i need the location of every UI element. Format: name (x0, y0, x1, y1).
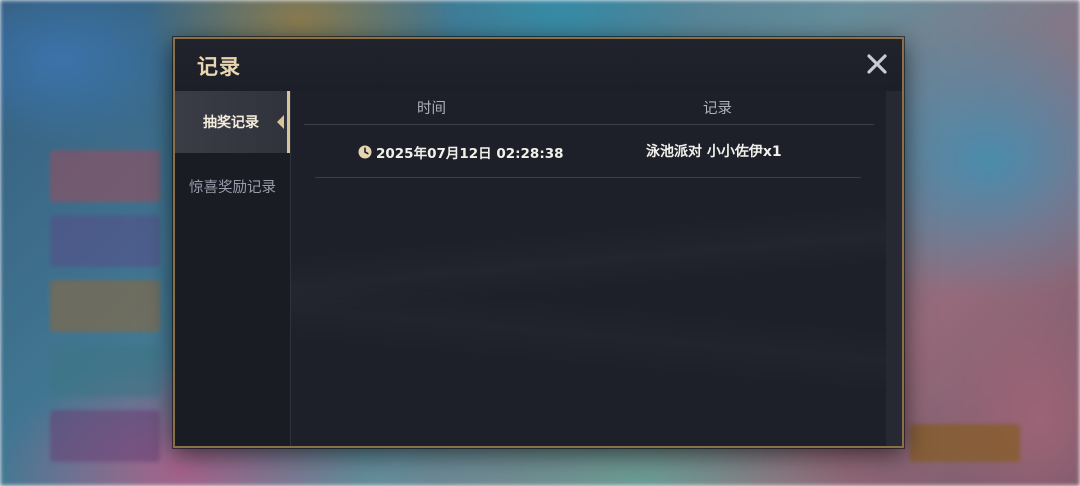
column-header-record: 记录 (703, 101, 732, 117)
close-button[interactable] (864, 51, 890, 77)
tab-draw-records-label: 抽奖记录 (203, 115, 259, 131)
time-value: 2025年07月12日 02:28:38 (376, 146, 564, 162)
tab-surprise-reward-records[interactable]: 惊喜奖励记录 (175, 155, 290, 217)
record-value: 泳池派对 小小佐伊x1 (646, 144, 782, 160)
tab-surprise-reward-records-label: 惊喜奖励记录 (189, 179, 276, 196)
dialog-title: 记录 (197, 55, 241, 79)
row-divider (315, 177, 861, 178)
close-icon (867, 54, 887, 74)
active-tab-indicator-icon (277, 115, 284, 129)
record-sidebar: 抽奖记录 惊喜奖励记录 (175, 91, 291, 446)
table-row: 2025年07月12日 02:28:38 泳池派对 小小佐伊x1 (291, 125, 886, 178)
dialog-header: 记录 (175, 39, 902, 91)
column-header-time: 时间 (417, 101, 446, 117)
tab-draw-records[interactable]: 抽奖记录 (175, 91, 290, 153)
record-dialog: 记录 抽奖记录 惊喜奖励记录 时间 记录 2025年07月12日 02:28:3 (173, 37, 904, 448)
time-cell: 2025年07月12日 02:28:38 (358, 142, 564, 162)
record-table: 时间 记录 2025年07月12日 02:28:38 泳池派对 小小佐伊x1 (291, 91, 886, 446)
scrollbar[interactable] (886, 91, 902, 446)
clock-icon (358, 145, 372, 159)
